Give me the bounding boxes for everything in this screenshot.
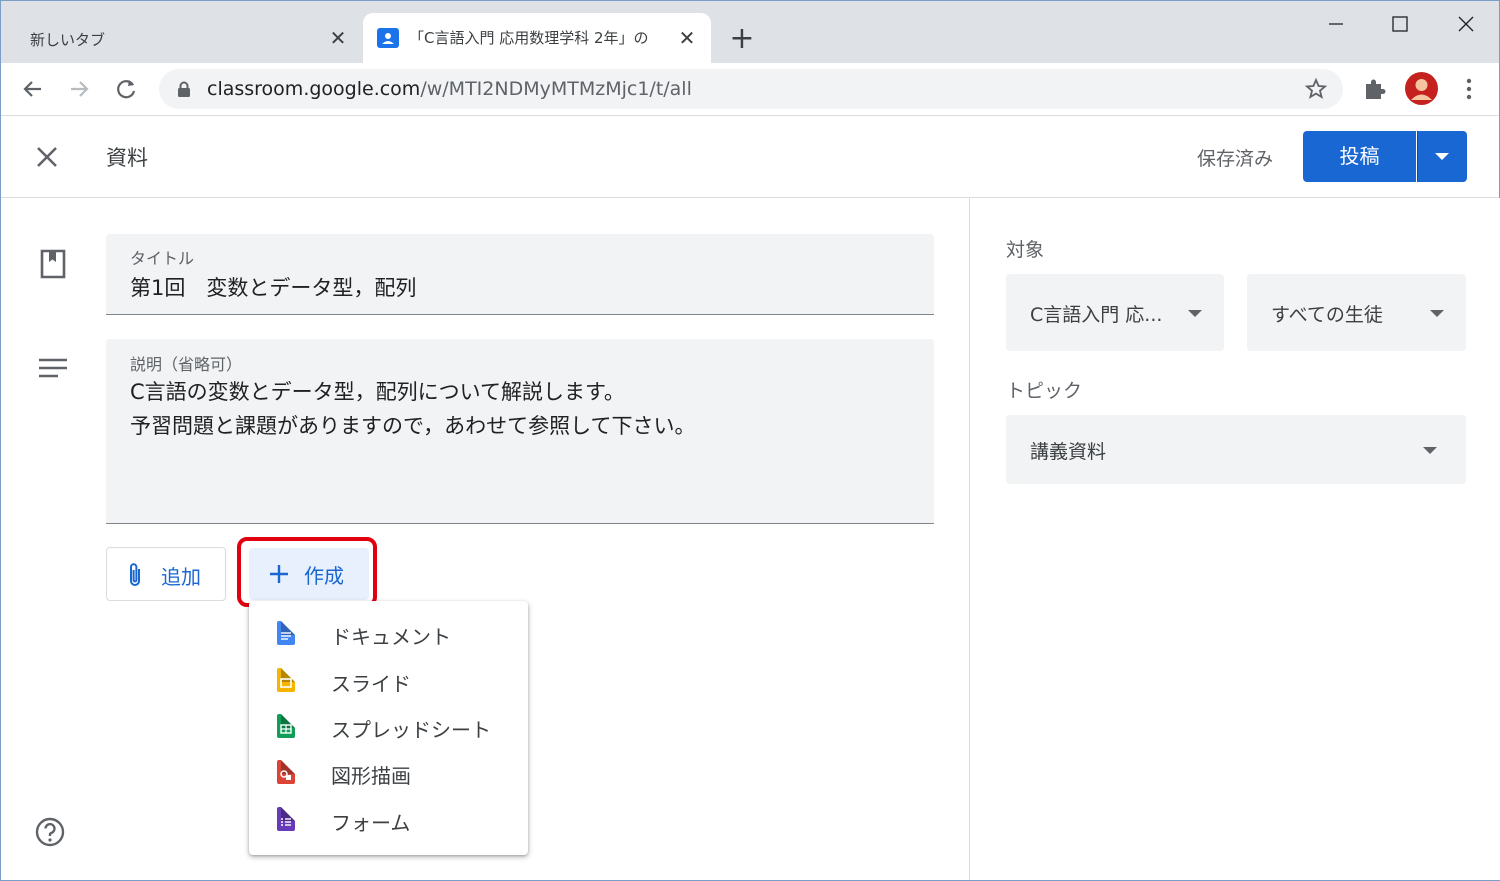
create-menu: ドキュメント スライド スプレッドシート 図形描画 フォーム <box>249 601 528 855</box>
more-menu-icon[interactable] <box>1456 76 1482 106</box>
url-text: classroom.google.com/w/MTI2NDMyMTMzMjc1/… <box>207 78 692 100</box>
menu-item-label: フォーム <box>331 811 411 835</box>
class-select-value: C言語入門 応... <box>1030 304 1163 326</box>
maximize-icon[interactable] <box>1385 11 1415 37</box>
new-tab-button[interactable]: + <box>727 24 757 55</box>
chevron-down-icon <box>1423 447 1437 454</box>
tab-strip: 新しいタブ ✕ 「C言語入門 応用数理学科 2年」の ✕ + <box>1 1 1499 64</box>
bookmark-star-icon[interactable] <box>1304 77 1328 105</box>
reload-icon[interactable] <box>112 75 140 103</box>
menu-item-label: 図形描画 <box>331 764 411 788</box>
lock-icon <box>177 81 191 102</box>
highlight-box <box>237 537 377 607</box>
menu-item-drawings[interactable]: 図形描画 <box>249 750 528 796</box>
button-divider <box>1417 131 1418 182</box>
tab-new-tab[interactable]: 新しいタブ ✕ <box>15 15 361 63</box>
close-icon[interactable]: ✕ <box>327 27 349 49</box>
slides-icon <box>277 668 295 692</box>
bookmark-icon <box>40 249 66 283</box>
description-line: 予習問題と課題がありますので，あわせて参照して下さい。 <box>130 414 696 438</box>
menu-item-label: ドキュメント <box>331 625 451 649</box>
saved-status: 保存済み <box>1197 148 1274 170</box>
extensions-puzzle-icon[interactable] <box>1362 76 1388 106</box>
drawings-icon <box>277 760 295 784</box>
target-label: 対象 <box>1006 239 1045 261</box>
sheets-icon <box>277 714 295 738</box>
add-attachment-button[interactable]: 追加 <box>106 547 226 601</box>
browser-toolbar: classroom.google.com/w/MTI2NDMyMTMzMjc1/… <box>1 63 1499 116</box>
menu-item-label: スライド <box>331 672 411 696</box>
description-lines-icon <box>38 357 68 383</box>
close-icon[interactable] <box>34 144 60 174</box>
topic-select[interactable]: 講義資料 <box>1006 415 1466 484</box>
students-select[interactable]: すべての生徒 <box>1247 274 1466 351</box>
profile-avatar[interactable] <box>1405 72 1438 105</box>
description-line: C言語の変数とデータ型，配列について解説します。 <box>130 380 625 404</box>
topic-label: トピック <box>1006 380 1083 402</box>
forms-icon <box>277 807 295 831</box>
settings-panel: 対象 C言語入門 応... すべての生徒 トピック 講義資料 <box>969 198 1500 880</box>
window-close-icon[interactable] <box>1451 11 1481 37</box>
chevron-down-icon <box>1435 153 1449 160</box>
menu-item-slides[interactable]: スライド <box>249 658 528 704</box>
title-field[interactable]: タイトル 第1回 変数とデータ型，配列 <box>106 234 934 315</box>
minimize-icon[interactable] <box>1321 11 1351 37</box>
tab-title: 新しいタブ <box>30 31 106 49</box>
address-bar[interactable]: classroom.google.com/w/MTI2NDMyMTMzMjc1/… <box>159 69 1343 109</box>
page-title: 資料 <box>106 146 148 170</box>
menu-item-label: スプレッドシート <box>331 718 491 742</box>
app-header: 資料 保存済み 投稿 <box>1 116 1499 198</box>
chevron-down-icon <box>1188 310 1202 317</box>
add-button-label: 追加 <box>161 565 201 589</box>
title-field-label: タイトル <box>130 249 195 268</box>
url-path: /w/MTI2NDMyMTMzMjc1/t/all <box>420 78 692 100</box>
paperclip-icon <box>127 562 143 592</box>
menu-item-docs[interactable]: ドキュメント <box>249 611 528 657</box>
tab-classroom[interactable]: 「C言語入門 応用数理学科 2年」の ✕ <box>363 13 711 64</box>
description-field[interactable]: 説明（省略可） C言語の変数とデータ型，配列について解説します。 予習問題と課題… <box>106 339 934 524</box>
class-select[interactable]: C言語入門 応... <box>1006 274 1224 351</box>
docs-icon <box>277 621 295 645</box>
title-field-value: 第1回 変数とデータ型，配列 <box>130 276 417 300</box>
url-host: classroom.google.com <box>207 78 421 100</box>
close-icon[interactable]: ✕ <box>676 27 698 49</box>
help-icon[interactable] <box>35 817 65 851</box>
chevron-down-icon <box>1430 310 1444 317</box>
tab-title: 「C言語入門 応用数理学科 2年」の <box>409 29 649 47</box>
students-select-value: すべての生徒 <box>1271 304 1383 326</box>
description-text: C言語の変数とデータ型，配列について解説します。 予習問題と課題がありますので，… <box>130 375 696 443</box>
topic-select-value: 講義資料 <box>1030 441 1107 463</box>
back-arrow-icon[interactable] <box>19 75 47 103</box>
post-options-button[interactable] <box>1417 131 1467 182</box>
menu-item-forms[interactable]: フォーム <box>249 797 528 843</box>
classroom-favicon-icon <box>377 28 399 48</box>
forward-arrow-icon[interactable] <box>65 75 93 103</box>
post-button[interactable]: 投稿 <box>1303 131 1416 182</box>
menu-item-sheets[interactable]: スプレッドシート <box>249 704 528 750</box>
description-field-label: 説明（省略可） <box>130 355 243 374</box>
